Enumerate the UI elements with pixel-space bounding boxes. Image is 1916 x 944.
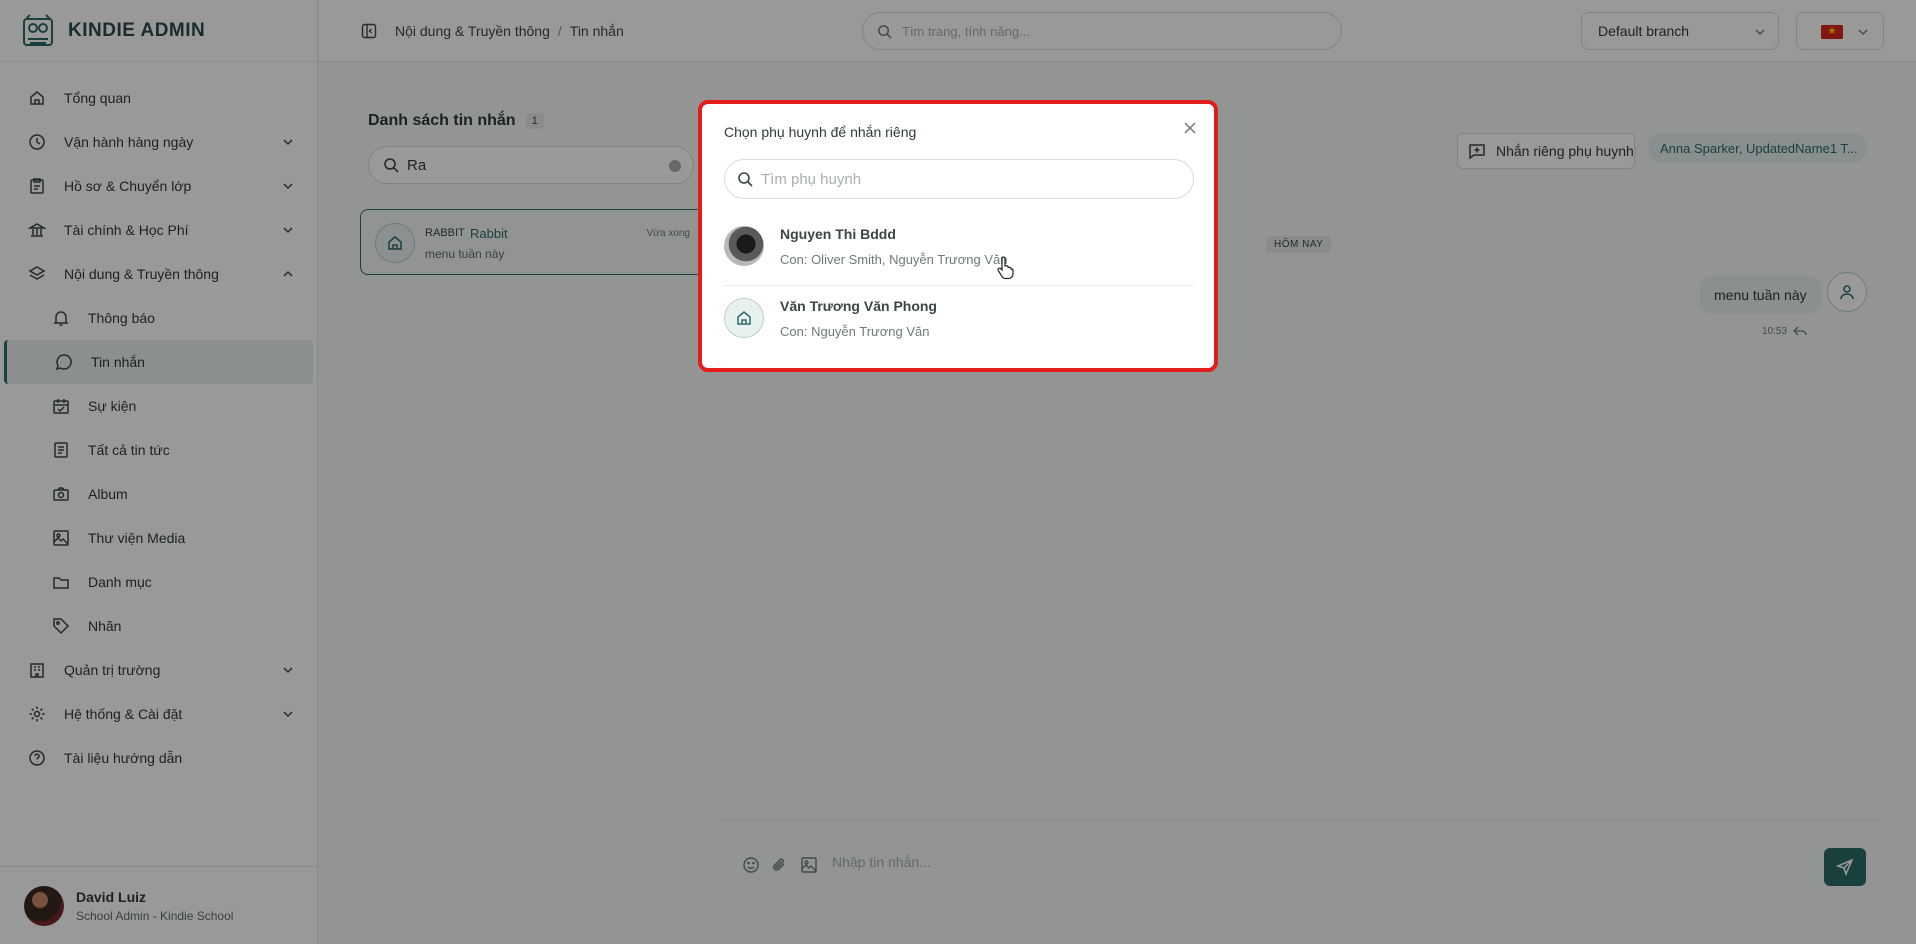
parent-name: Nguyen Thi Bddd: [780, 226, 896, 242]
search-icon: [738, 172, 753, 187]
parent-item[interactable]: Nguyen Thi Bddd Con: Oliver Smith, Nguyễ…: [724, 216, 1194, 286]
parent-item[interactable]: Văn Trương Văn Phong Con: Nguyễn Trương …: [724, 288, 1194, 358]
parent-search[interactable]: [724, 159, 1194, 199]
parent-children: Con: Nguyễn Trương Văn: [780, 324, 930, 339]
modal-title: Chọn phụ huynh để nhắn riêng: [724, 124, 917, 140]
close-icon[interactable]: [1182, 120, 1198, 136]
home-icon: [724, 298, 764, 338]
parent-children: Con: Oliver Smith, Nguyễn Trương Văn: [780, 252, 1008, 267]
hand-cursor-icon: [997, 256, 1014, 280]
parent-name: Văn Trương Văn Phong: [780, 298, 937, 314]
select-parent-modal: Chọn phụ huynh để nhắn riêng Nguyen Thi …: [698, 100, 1218, 372]
parent-search-input[interactable]: [761, 170, 1181, 188]
avatar: [724, 226, 764, 266]
